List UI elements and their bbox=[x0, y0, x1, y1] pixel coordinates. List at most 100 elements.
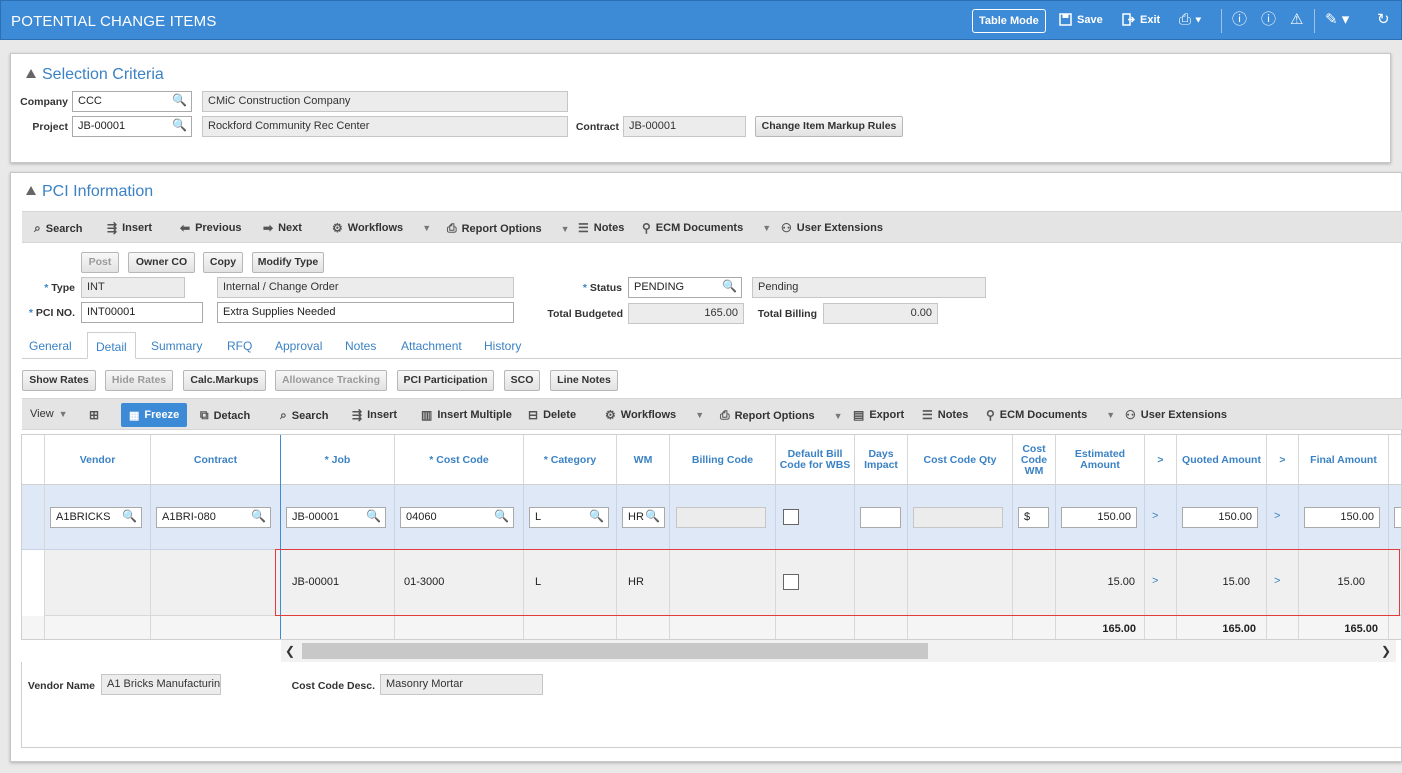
vendor-header[interactable]: Vendor bbox=[45, 435, 151, 485]
row-selector[interactable] bbox=[22, 550, 45, 616]
search-icon[interactable]: 🔍 bbox=[589, 510, 604, 523]
tab-general[interactable]: General bbox=[29, 339, 72, 353]
search-icon[interactable]: 🔍 bbox=[122, 510, 137, 523]
pci-no-input[interactable]: INT00001 bbox=[81, 302, 203, 323]
category-cell[interactable]: L bbox=[524, 550, 617, 616]
quoted-amount-header[interactable]: Quoted Amount bbox=[1177, 435, 1267, 485]
search-icon[interactable]: 🔍 bbox=[722, 280, 737, 293]
calc-markups-button[interactable]: Calc.Markups bbox=[183, 370, 266, 391]
overflow-input[interactable] bbox=[1394, 507, 1401, 528]
workflows-menu[interactable]: ⚙ Workflows ▼ bbox=[332, 221, 431, 235]
save-button[interactable]: Save bbox=[1059, 13, 1103, 26]
tab-notes[interactable]: Notes bbox=[345, 339, 376, 353]
selection-criteria-title[interactable]: Selection Criteria bbox=[26, 66, 164, 84]
quoted-amount-input[interactable]: 150.00 bbox=[1182, 507, 1258, 528]
ecm-documents-menu[interactable]: ⚲ ECM Documents ▼ bbox=[642, 221, 771, 235]
final-amount-header[interactable]: Final Amount bbox=[1299, 435, 1389, 485]
post-button[interactable]: Post bbox=[81, 252, 119, 273]
exit-button[interactable]: Exit bbox=[1122, 13, 1160, 26]
view-menu[interactable]: View ▼ bbox=[30, 408, 68, 420]
job-input[interactable]: JB-00001 🔍 bbox=[286, 507, 386, 528]
print-menu-icon[interactable]: ⎙ ▾ bbox=[1179, 12, 1201, 28]
job-cell[interactable]: JB-00001 bbox=[281, 550, 395, 616]
search-icon[interactable]: 🔍 bbox=[251, 510, 266, 523]
export-button[interactable]: ▤ Export bbox=[853, 408, 904, 422]
days-impact-input[interactable] bbox=[860, 507, 901, 528]
expand-arrow-icon[interactable]: > bbox=[1152, 575, 1158, 587]
grid-search-button[interactable]: ⌕ Search bbox=[280, 408, 328, 423]
cost-code-cell[interactable]: 01-3000 bbox=[395, 550, 524, 616]
category-input[interactable]: L 🔍 bbox=[529, 507, 609, 528]
cost-code-wm-cell[interactable] bbox=[1013, 550, 1056, 616]
default-bill-checkbox[interactable] bbox=[783, 574, 799, 590]
days-impact-cell[interactable] bbox=[855, 550, 908, 616]
modify-type-button[interactable]: Modify Type bbox=[252, 252, 324, 273]
billing-code-header[interactable]: Billing Code bbox=[670, 435, 776, 485]
grid-workflows-menu[interactable]: ⚙ Workflows ▼ bbox=[605, 408, 704, 422]
status-input[interactable]: PENDING 🔍 bbox=[628, 277, 742, 298]
row-selector[interactable] bbox=[22, 485, 45, 550]
category-header[interactable]: * Category bbox=[524, 435, 617, 485]
user-extensions-button[interactable]: ⚇ User Extensions bbox=[781, 221, 883, 235]
days-impact-header[interactable]: Days Impact bbox=[855, 435, 908, 485]
cost-code-header[interactable]: * Cost Code bbox=[395, 435, 524, 485]
final-amount-cell[interactable]: 15.00 bbox=[1299, 550, 1389, 616]
change-item-markup-rules-button[interactable]: Change Item Markup Rules bbox=[755, 116, 903, 137]
cost-code-qty-cell[interactable] bbox=[908, 550, 1013, 616]
scroll-right-icon[interactable]: ❯ bbox=[1381, 644, 1391, 658]
search-icon[interactable]: 🔍 bbox=[172, 94, 187, 107]
grid-ecm-documents-menu[interactable]: ⚲ ECM Documents ▼ bbox=[986, 408, 1115, 422]
hide-rates-button[interactable]: Hide Rates bbox=[105, 370, 173, 391]
help-icon[interactable]: ⓘ bbox=[1261, 12, 1276, 28]
contract-input[interactable]: A1BRI-080 🔍 bbox=[156, 507, 271, 528]
pci-participation-button[interactable]: PCI Participation bbox=[397, 370, 494, 391]
horizontal-scrollbar[interactable]: ❮ ❯ bbox=[281, 640, 1396, 662]
detach-button[interactable]: ⧉ Detach bbox=[200, 408, 250, 423]
expand-arrow-icon[interactable]: > bbox=[1274, 510, 1280, 522]
warning-icon[interactable]: ⚠ bbox=[1290, 12, 1303, 28]
search-button[interactable]: ⌕ Search bbox=[34, 221, 82, 236]
cost-code-wm-input[interactable]: $ bbox=[1018, 507, 1049, 528]
quoted-expand-header[interactable]: > bbox=[1267, 435, 1299, 485]
table-mode-button[interactable]: Table Mode bbox=[972, 9, 1046, 33]
tab-approval[interactable]: Approval bbox=[275, 339, 322, 353]
pci-information-title[interactable]: PCI Information bbox=[26, 183, 153, 201]
estimated-amount-cell[interactable]: 15.00 bbox=[1056, 550, 1145, 616]
scrollbar-thumb[interactable] bbox=[302, 643, 928, 659]
delete-button[interactable]: ⊟ Delete bbox=[528, 408, 576, 422]
copy-button[interactable]: Copy bbox=[203, 252, 243, 273]
vendor-input[interactable]: A1BRICKS 🔍 bbox=[50, 507, 142, 528]
notes-button[interactable]: ☰ Notes bbox=[578, 221, 624, 235]
line-notes-button[interactable]: Line Notes bbox=[550, 370, 618, 391]
previous-button[interactable]: ⬅ Previous bbox=[180, 221, 242, 235]
tab-attachment[interactable]: Attachment bbox=[401, 339, 462, 353]
quoted-amount-cell[interactable]: 15.00 bbox=[1177, 550, 1267, 616]
default-bill-code-header[interactable]: Default Bill Code for WBS bbox=[776, 435, 855, 485]
tab-summary[interactable]: Summary bbox=[151, 339, 202, 353]
grid-report-options-menu[interactable]: ⎙ Report Options ▼ bbox=[720, 408, 843, 423]
tab-detail[interactable]: Detail bbox=[87, 332, 136, 359]
next-button[interactable]: ➡ Next bbox=[263, 221, 302, 235]
search-icon[interactable]: 🔍 bbox=[645, 510, 660, 523]
info-icon[interactable]: ⓘ bbox=[1232, 12, 1247, 28]
insert-button[interactable]: ⇶ Insert bbox=[107, 221, 152, 235]
job-header[interactable]: * Job bbox=[281, 435, 395, 485]
insert-multiple-button[interactable]: ▥ Insert Multiple bbox=[421, 408, 512, 422]
wm-header[interactable]: WM bbox=[617, 435, 670, 485]
show-rates-button[interactable]: Show Rates bbox=[22, 370, 96, 391]
billing-code-cell[interactable] bbox=[670, 550, 776, 616]
estimated-expand-header[interactable]: > bbox=[1145, 435, 1177, 485]
table-row[interactable]: JB-00001 01-3000 L HR 15.00 > 15.00 > 15… bbox=[22, 550, 1401, 616]
project-input[interactable]: JB-00001 🔍 bbox=[72, 116, 192, 137]
contract-header[interactable]: Contract bbox=[151, 435, 281, 485]
grid-notes-button[interactable]: ☰ Notes bbox=[922, 408, 968, 422]
final-amount-input[interactable]: 150.00 bbox=[1304, 507, 1380, 528]
expand-arrow-icon[interactable]: > bbox=[1152, 510, 1158, 522]
wm-input[interactable]: HR 🔍 bbox=[622, 507, 665, 528]
freeze-button[interactable]: ▦ Freeze bbox=[121, 403, 188, 427]
filter-button[interactable]: ⊞ bbox=[89, 408, 99, 422]
estimated-amount-input[interactable]: 150.00 bbox=[1061, 507, 1137, 528]
table-row-selected[interactable]: A1BRICKS 🔍 A1BRI-080 🔍 JB-00001 🔍 04060 🔍 L 🔍… bbox=[22, 485, 1401, 550]
wm-cell[interactable]: HR bbox=[617, 550, 670, 616]
cost-code-qty-header[interactable]: Cost Code Qty bbox=[908, 435, 1013, 485]
